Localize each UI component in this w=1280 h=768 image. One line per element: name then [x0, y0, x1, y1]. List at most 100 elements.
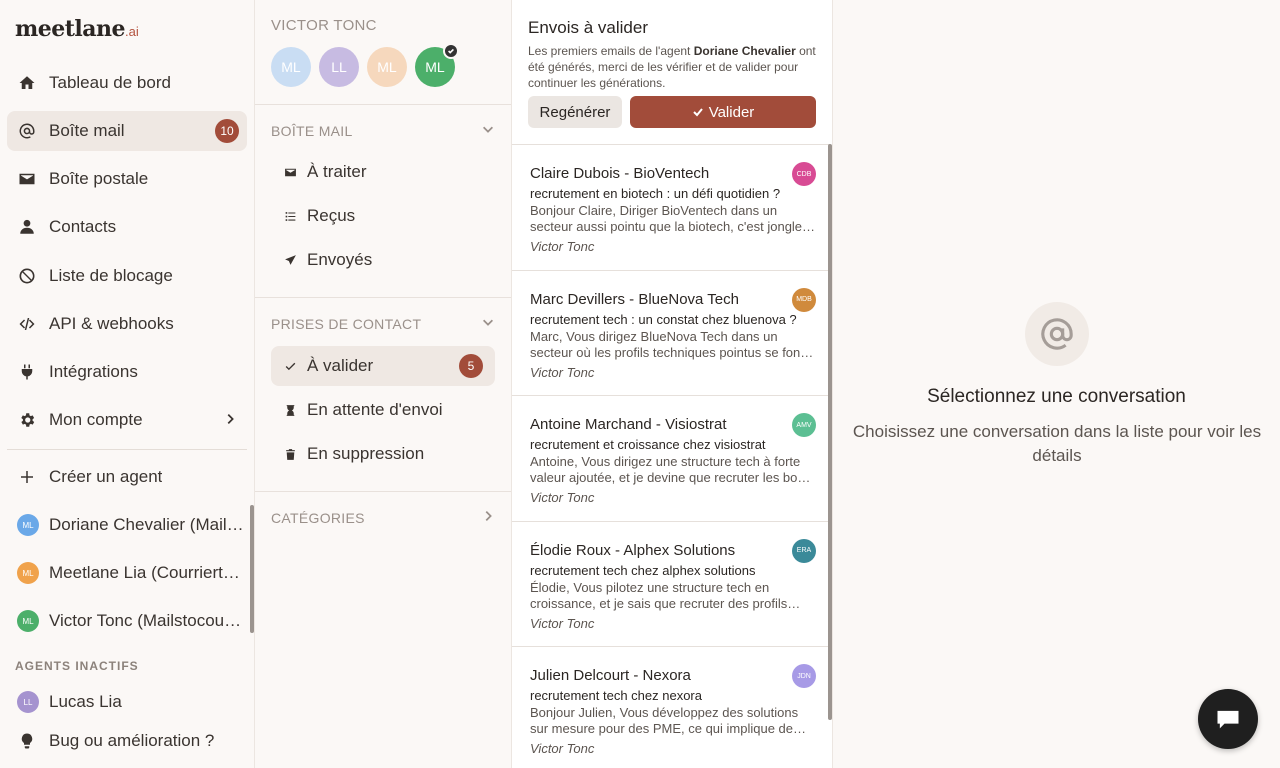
- mail-signature: Victor Tonc: [530, 741, 595, 756]
- agent-label: Lucas Lia: [49, 692, 122, 711]
- mail-list-item[interactable]: Julien Delcourt - Nexora recrutement tec…: [512, 646, 830, 768]
- mail-list-item[interactable]: Antoine Marchand - Visiostrat recrutemen…: [512, 395, 830, 521]
- check-icon: [692, 108, 703, 117]
- sidebar: meetlane.ai Tableau de bord Boîte mail 1…: [0, 0, 255, 768]
- mail-signature: Victor Tonc: [530, 364, 595, 380]
- support-chat-button[interactable]: [1198, 689, 1258, 749]
- mail-subject: recrutement en biotech : un défi quotidi…: [530, 186, 781, 201]
- plug-icon: [17, 362, 37, 382]
- section-divider: [255, 491, 511, 492]
- sidebar-scrollbar[interactable]: [250, 505, 254, 633]
- app-logo[interactable]: meetlane.ai: [15, 16, 139, 42]
- sidebar-item-label: Intégrations: [49, 362, 138, 381]
- sidebar-divider: [7, 449, 247, 450]
- mail-subject: recrutement tech : un constat chez bluen…: [530, 311, 797, 327]
- agent-filter-avatar[interactable]: ML: [271, 47, 311, 87]
- sidebar-item-label: Liste de blocage: [49, 266, 173, 285]
- sidebar-agent-item[interactable]: LL Lucas Lia: [7, 682, 247, 722]
- send-icon: [283, 253, 297, 267]
- contact-avatar: JDN: [792, 664, 816, 688]
- folder-label: En suppression: [307, 444, 425, 463]
- home-icon: [17, 73, 37, 93]
- sidebar-item-mailbox[interactable]: Boîte mail 10: [7, 111, 247, 151]
- mail-preview: Marc, Vous dirigez BlueNova Tech dans un…: [530, 328, 804, 360]
- hourglass-icon: [283, 403, 297, 417]
- sidebar-item-dashboard[interactable]: Tableau de bord: [7, 63, 247, 103]
- folder-label: À traiter: [307, 162, 367, 181]
- mail-subject: recrutement et croissance chez visiostra…: [530, 437, 766, 452]
- validate-label: Valider: [708, 103, 755, 121]
- categories-section-header[interactable]: CATÉGORIES: [271, 509, 495, 526]
- validation-header: Envois à valider Les premiers emails de …: [528, 18, 818, 91]
- mail-list-item[interactable]: Marc Devillers - BlueNova Tech recruteme…: [512, 269, 830, 396]
- mail-icon: [17, 169, 37, 189]
- chat-icon: [1217, 710, 1239, 729]
- regenerate-button[interactable]: Regénérer: [528, 96, 622, 128]
- sidebar-item-contacts[interactable]: Contacts: [7, 207, 247, 247]
- mail-sender: Julien Delcourt - Nexora: [530, 667, 691, 684]
- list-icon: [283, 209, 297, 223]
- section-caption: BOÎTE MAIL: [271, 122, 353, 139]
- chevron-down-icon: [481, 315, 495, 332]
- mail-list: Claire Dubois - BioVentech recrutement e…: [512, 144, 830, 768]
- conversation-detail: Sélectionnez une conversation Choisissez…: [833, 0, 1280, 768]
- mail-signature: Victor Tonc: [530, 239, 595, 254]
- folder-awaiting-send[interactable]: En attente d'envoi: [271, 390, 495, 430]
- sidebar-item-integrations[interactable]: Intégrations: [7, 352, 247, 392]
- contact-avatar: ERA: [792, 538, 816, 563]
- feedback-link[interactable]: Bug ou amélioration ?: [7, 721, 247, 761]
- folder-received[interactable]: Reçus: [271, 196, 495, 236]
- sidebar-item-blocklist[interactable]: Liste de blocage: [7, 256, 247, 296]
- section-divider: [255, 297, 511, 298]
- section-caption: PRISES DE CONTACT: [271, 315, 422, 332]
- sidebar-agent-item[interactable]: ML Meetlane Lia (Courriertech): [7, 553, 247, 593]
- sidebar-item-label: API & webhooks: [49, 314, 174, 333]
- folder-label: À valider: [307, 356, 374, 375]
- gear-icon: [17, 410, 37, 430]
- unread-count-badge: 10: [215, 119, 239, 143]
- contacts-section-header[interactable]: PRISES DE CONTACT: [271, 315, 495, 332]
- chevron-down-icon: [481, 122, 495, 139]
- agent-avatar: ML: [17, 514, 39, 536]
- user-icon: [17, 217, 37, 237]
- mail-preview: Bonjour Julien, Vous développez des solu…: [530, 705, 799, 736]
- lightbulb-icon: [17, 731, 37, 751]
- create-agent-button[interactable]: Créer un agent: [7, 457, 247, 497]
- mail-list-item[interactable]: Claire Dubois - BioVentech recrutement e…: [512, 144, 830, 270]
- pending-count-badge: 5: [459, 354, 483, 378]
- folder-deletion[interactable]: En suppression: [271, 434, 495, 474]
- agent-filter-avatar-selected[interactable]: ML: [415, 43, 459, 87]
- plus-icon: [17, 467, 37, 487]
- mail-sender: Élodie Roux - Alphex Solutions: [530, 541, 736, 559]
- mail-list-scrollbar[interactable]: [828, 144, 832, 720]
- sidebar-item-postbox[interactable]: Boîte postale: [7, 159, 247, 199]
- trash-icon: [283, 447, 297, 461]
- validate-button[interactable]: Valider: [630, 96, 816, 128]
- inactive-agents-caption: AGENTS INACTIFS: [15, 659, 139, 673]
- folder-sent[interactable]: Envoyés: [271, 240, 495, 280]
- agent-filter-avatar[interactable]: ML: [367, 47, 407, 87]
- sidebar-agent-item[interactable]: ML Victor Tonc (Mailstocoucou): [7, 601, 247, 641]
- mailbox-panel: VICTOR TONC ML LL ML ML BOÎTE MAIL À tra…: [255, 0, 512, 768]
- sidebar-item-api-webhooks[interactable]: API & webhooks: [7, 304, 247, 344]
- agent-filter-avatar[interactable]: LL: [319, 47, 359, 87]
- folder-to-process[interactable]: À traiter: [271, 152, 495, 192]
- feedback-label: Bug ou amélioration ?: [49, 731, 215, 750]
- mail-preview: Élodie, Vous pilotez une structure tech …: [530, 579, 788, 611]
- mail-list-item[interactable]: Élodie Roux - Alphex Solutions recruteme…: [512, 520, 830, 647]
- folder-label: En attente d'envoi: [307, 400, 443, 419]
- empty-state-subtitle: Choisissez une conversation dans la list…: [852, 422, 1262, 465]
- agent-avatar-row: ML LL ML ML: [271, 43, 459, 87]
- sidebar-item-label: Tableau de bord: [49, 73, 171, 92]
- envelope-icon: [283, 165, 297, 179]
- mailbox-section-header[interactable]: BOÎTE MAIL: [271, 122, 495, 139]
- folder-to-validate[interactable]: À valider 5: [271, 346, 495, 386]
- sidebar-agent-item[interactable]: ML Doriane Chevalier (Mailstocoucou): [7, 505, 247, 545]
- contact-avatar: AMV: [792, 413, 816, 437]
- validation-panel: Envois à valider Les premiers emails de …: [512, 0, 833, 768]
- sidebar-item-account[interactable]: Mon compte: [7, 400, 247, 440]
- check-icon: [283, 359, 297, 373]
- folder-label: Reçus: [307, 206, 356, 225]
- mail-subject: recrutement tech chez alphex solutions: [530, 562, 756, 578]
- contact-avatar: CDB: [792, 162, 816, 186]
